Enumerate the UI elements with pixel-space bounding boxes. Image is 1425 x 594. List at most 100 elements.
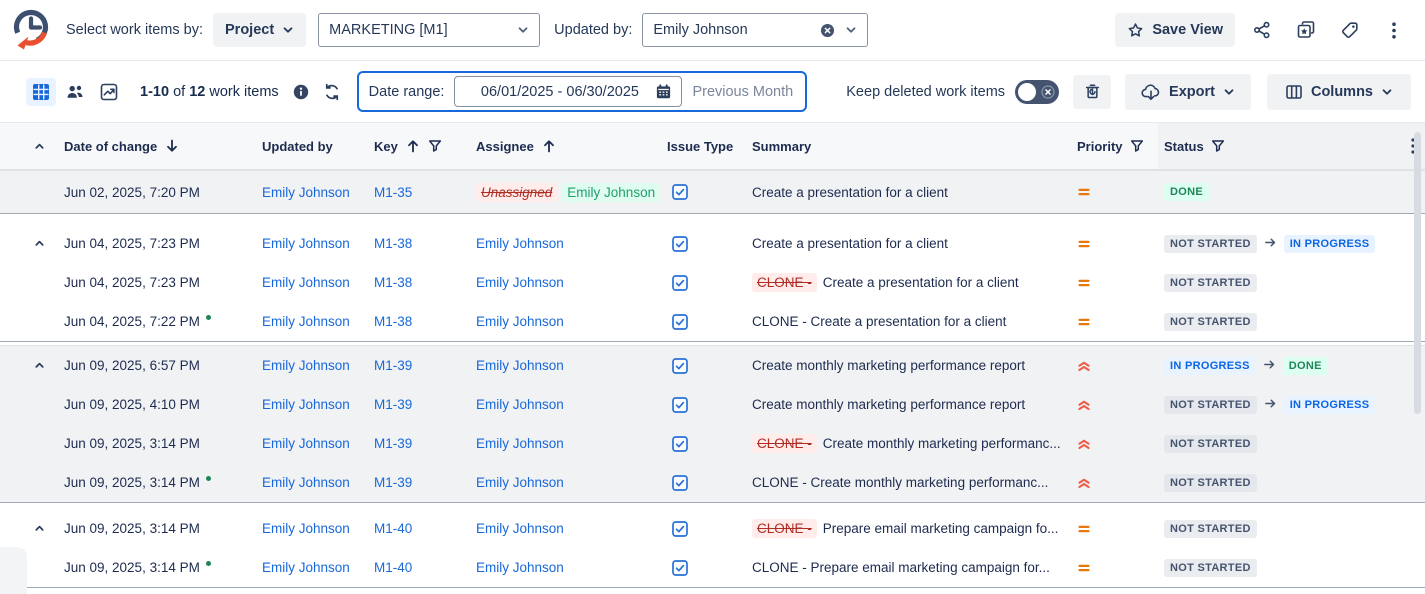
column-header-status[interactable]: Status [1164, 139, 1395, 154]
assignee-cell: Emily Johnson [476, 521, 667, 536]
status-badge: NOT STARTED [1164, 274, 1257, 292]
delete-trash-button[interactable] [1073, 75, 1111, 109]
assignee-link[interactable]: Emily Johnson [476, 521, 564, 536]
key-cell: M1-39 [374, 436, 476, 451]
assignee-cell: Emily Johnson [476, 314, 667, 329]
key-cell: M1-35 [374, 185, 476, 200]
collapse-group-button[interactable] [34, 238, 45, 249]
updated-by-select[interactable]: Emily Johnson [642, 13, 868, 47]
updated-by-link[interactable]: Emily Johnson [262, 275, 350, 290]
collapse-group-button[interactable] [34, 523, 45, 534]
save-view-button[interactable]: Save View [1115, 13, 1235, 47]
info-icon[interactable] [293, 84, 309, 100]
updated-by-link[interactable]: Emily Johnson [262, 436, 350, 451]
assignee-link[interactable]: Emily Johnson [476, 397, 564, 412]
change-date: Jun 09, 2025, 3:14 PM [64, 521, 200, 536]
sort-asc-arrow-icon[interactable] [405, 138, 421, 154]
key-cell: M1-38 [374, 236, 476, 251]
tag-icon[interactable] [1333, 13, 1367, 47]
key-link[interactable]: M1-40 [374, 521, 412, 536]
column-header-assignee[interactable]: Assignee [476, 138, 667, 154]
assignee-link[interactable]: Emily Johnson [476, 560, 564, 575]
project-select[interactable]: MARKETING [M1] [318, 13, 540, 47]
column-header-date-of-change[interactable]: Date of change [64, 138, 262, 154]
priority-medium-icon [1068, 315, 1091, 329]
key-cell: M1-38 [374, 275, 476, 290]
calendar-icon[interactable] [655, 83, 672, 100]
summary-removed-clone-badge: CLONE - [752, 273, 817, 292]
summary-text: Create monthly marketing performanc... [823, 436, 1061, 451]
share-icon[interactable] [1245, 13, 1279, 47]
row-group: Jun 09, 2025, 6:57 PMEmily JohnsonM1-39E… [0, 345, 1425, 503]
table-header: Date of change Updated by Key Assignee I… [0, 122, 1425, 170]
task-type-icon [672, 358, 688, 374]
more-menu-kebab-icon[interactable] [1377, 13, 1411, 47]
updated-by-link[interactable]: Emily Johnson [262, 560, 350, 575]
updated-by-link[interactable]: Emily Johnson [262, 521, 350, 536]
key-link[interactable]: M1-40 [374, 560, 412, 575]
updated-by-link[interactable]: Emily Johnson [262, 358, 350, 373]
column-header-updated-by[interactable]: Updated by [262, 139, 374, 154]
updated-by-link[interactable]: Emily Johnson [262, 475, 350, 490]
sort-asc-arrow-icon[interactable] [541, 138, 557, 154]
key-link[interactable]: M1-39 [374, 436, 412, 451]
vertical-scrollbar[interactable] [1414, 132, 1421, 414]
header-kebab-menu-icon[interactable] [1395, 138, 1415, 154]
priority-highest-icon [1068, 359, 1091, 373]
columns-button[interactable]: Columns [1267, 74, 1411, 110]
column-header-priority[interactable]: Priority [1068, 139, 1164, 154]
task-type-icon [672, 275, 688, 291]
assignee-link[interactable]: Emily Johnson [476, 314, 564, 329]
updated-by-link[interactable]: Emily Johnson [262, 185, 350, 200]
saved-views-icon[interactable] [1289, 13, 1323, 47]
column-header-key[interactable]: Key [374, 138, 476, 154]
summary-cell: Create monthly marketing performance rep… [752, 358, 1068, 373]
status-badge: NOT STARTED [1164, 235, 1257, 253]
date-cell: Jun 09, 2025, 3:14 PM [64, 436, 262, 451]
assignee-link[interactable]: Emily Johnson [476, 275, 564, 290]
work-items-count: 1-10 of 12 work items [140, 84, 279, 100]
key-link[interactable]: M1-38 [374, 275, 412, 290]
task-type-icon [672, 521, 688, 537]
toggle-off-x-icon [1040, 84, 1055, 99]
chart-view-toggle[interactable] [94, 78, 124, 106]
filter-funnel-icon[interactable] [1211, 139, 1225, 153]
cloud-download-icon [1141, 82, 1161, 102]
key-link[interactable]: M1-39 [374, 475, 412, 490]
updated-by-link[interactable]: Emily Johnson [262, 314, 350, 329]
filter-funnel-icon[interactable] [1130, 139, 1144, 153]
sort-desc-arrow-icon[interactable] [164, 138, 180, 154]
key-cell: M1-39 [374, 397, 476, 412]
column-header-summary[interactable]: Summary [752, 139, 1068, 154]
assignee-link[interactable]: Emily Johnson [476, 475, 564, 490]
keep-deleted-toggle[interactable] [1015, 80, 1059, 104]
collapse-group-button[interactable] [34, 360, 45, 371]
assignee-link[interactable]: Emily Johnson [476, 236, 564, 251]
table-row: Jun 02, 2025, 7:20 PMEmily JohnsonM1-35U… [0, 171, 1425, 213]
previous-month-label: Previous Month [692, 84, 793, 100]
date-range-input[interactable]: 06/01/2025 - 06/30/2025 [454, 76, 682, 107]
column-header-issue-type[interactable]: Issue Type [667, 139, 752, 154]
created-indicator-dot [206, 561, 211, 566]
export-button[interactable]: Export [1125, 74, 1251, 110]
summary-cell: CLONE - Create monthly marketing perform… [752, 475, 1068, 490]
table-row: Jun 04, 2025, 7:23 PMEmily JohnsonM1-38E… [0, 263, 1425, 302]
assignee-link[interactable]: Emily Johnson [476, 358, 564, 373]
collapse-all-control[interactable] [28, 141, 64, 152]
clear-filter-icon[interactable] [820, 23, 835, 38]
key-link[interactable]: M1-35 [374, 185, 412, 200]
key-link[interactable]: M1-38 [374, 314, 412, 329]
key-link[interactable]: M1-38 [374, 236, 412, 251]
assignee-link[interactable]: Emily Johnson [476, 436, 564, 451]
people-view-toggle[interactable] [60, 78, 90, 106]
refresh-icon[interactable] [323, 83, 341, 101]
scope-dropdown-button[interactable]: Project [213, 13, 306, 47]
table-row: Jun 09, 2025, 6:57 PMEmily JohnsonM1-39E… [0, 346, 1425, 385]
key-link[interactable]: M1-39 [374, 397, 412, 412]
updated-by-cell: Emily Johnson [262, 397, 374, 412]
table-view-toggle[interactable] [26, 78, 56, 106]
filter-funnel-icon[interactable] [428, 139, 442, 153]
key-link[interactable]: M1-39 [374, 358, 412, 373]
updated-by-link[interactable]: Emily Johnson [262, 397, 350, 412]
updated-by-link[interactable]: Emily Johnson [262, 236, 350, 251]
